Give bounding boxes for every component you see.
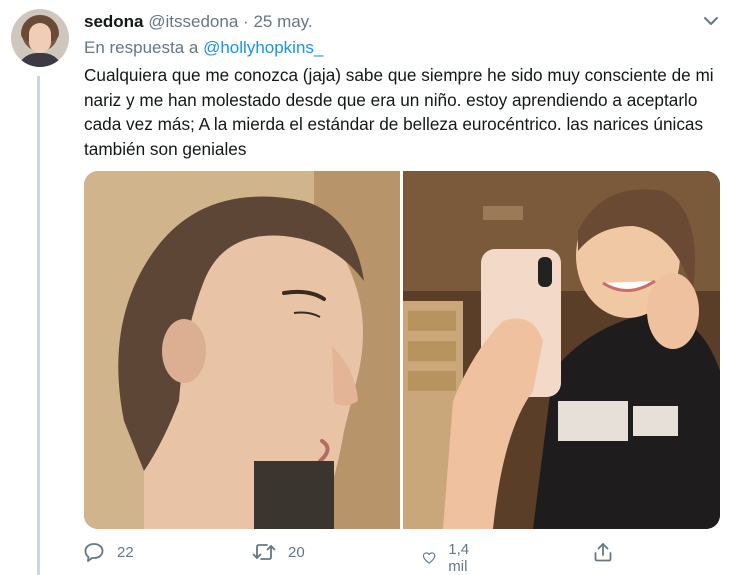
tweet-header: sedona @itssedona · 25 may. <box>84 12 313 32</box>
avatar-face <box>29 23 51 53</box>
chevron-down-icon <box>704 17 718 25</box>
tweet-text: Cualquiera que me conozca (jaja) sabe qu… <box>84 65 714 159</box>
share-button[interactable] <box>592 541 614 563</box>
photo-right-art <box>403 171 720 529</box>
tweet-date[interactable]: 25 may. <box>253 12 312 31</box>
retweet-button[interactable]: 20 <box>252 541 305 563</box>
reply-button[interactable]: 22 <box>83 541 134 563</box>
tweet-media[interactable] <box>84 171 720 529</box>
avatar-shirt <box>17 53 63 67</box>
share-icon <box>594 543 612 562</box>
photo-mirror-selfie-right[interactable] <box>403 171 720 529</box>
avatar[interactable] <box>11 9 69 67</box>
retweet-icon <box>252 544 276 560</box>
like-count: 1,4 mil <box>448 541 470 575</box>
like-button[interactable]: 1,4 mil <box>422 541 477 575</box>
reply-count: 22 <box>117 543 134 561</box>
tweet-menu-button[interactable] <box>700 12 722 30</box>
thread-line <box>37 76 40 575</box>
author-handle[interactable]: @itssedona <box>148 12 238 31</box>
author-name[interactable]: sedona <box>84 12 144 31</box>
reply-icon <box>84 543 104 562</box>
reply-context: En respuesta a @hollyhopkins_ <box>84 38 323 58</box>
heart-icon <box>422 552 436 564</box>
separator-dot: · <box>243 12 249 31</box>
photo-left-art <box>84 171 400 529</box>
reply-handle-link[interactable]: @hollyhopkins_ <box>203 38 323 57</box>
photo-profile-left[interactable] <box>84 171 400 529</box>
reply-prefix: En respuesta a <box>84 38 199 57</box>
retweet-count: 20 <box>288 543 305 561</box>
